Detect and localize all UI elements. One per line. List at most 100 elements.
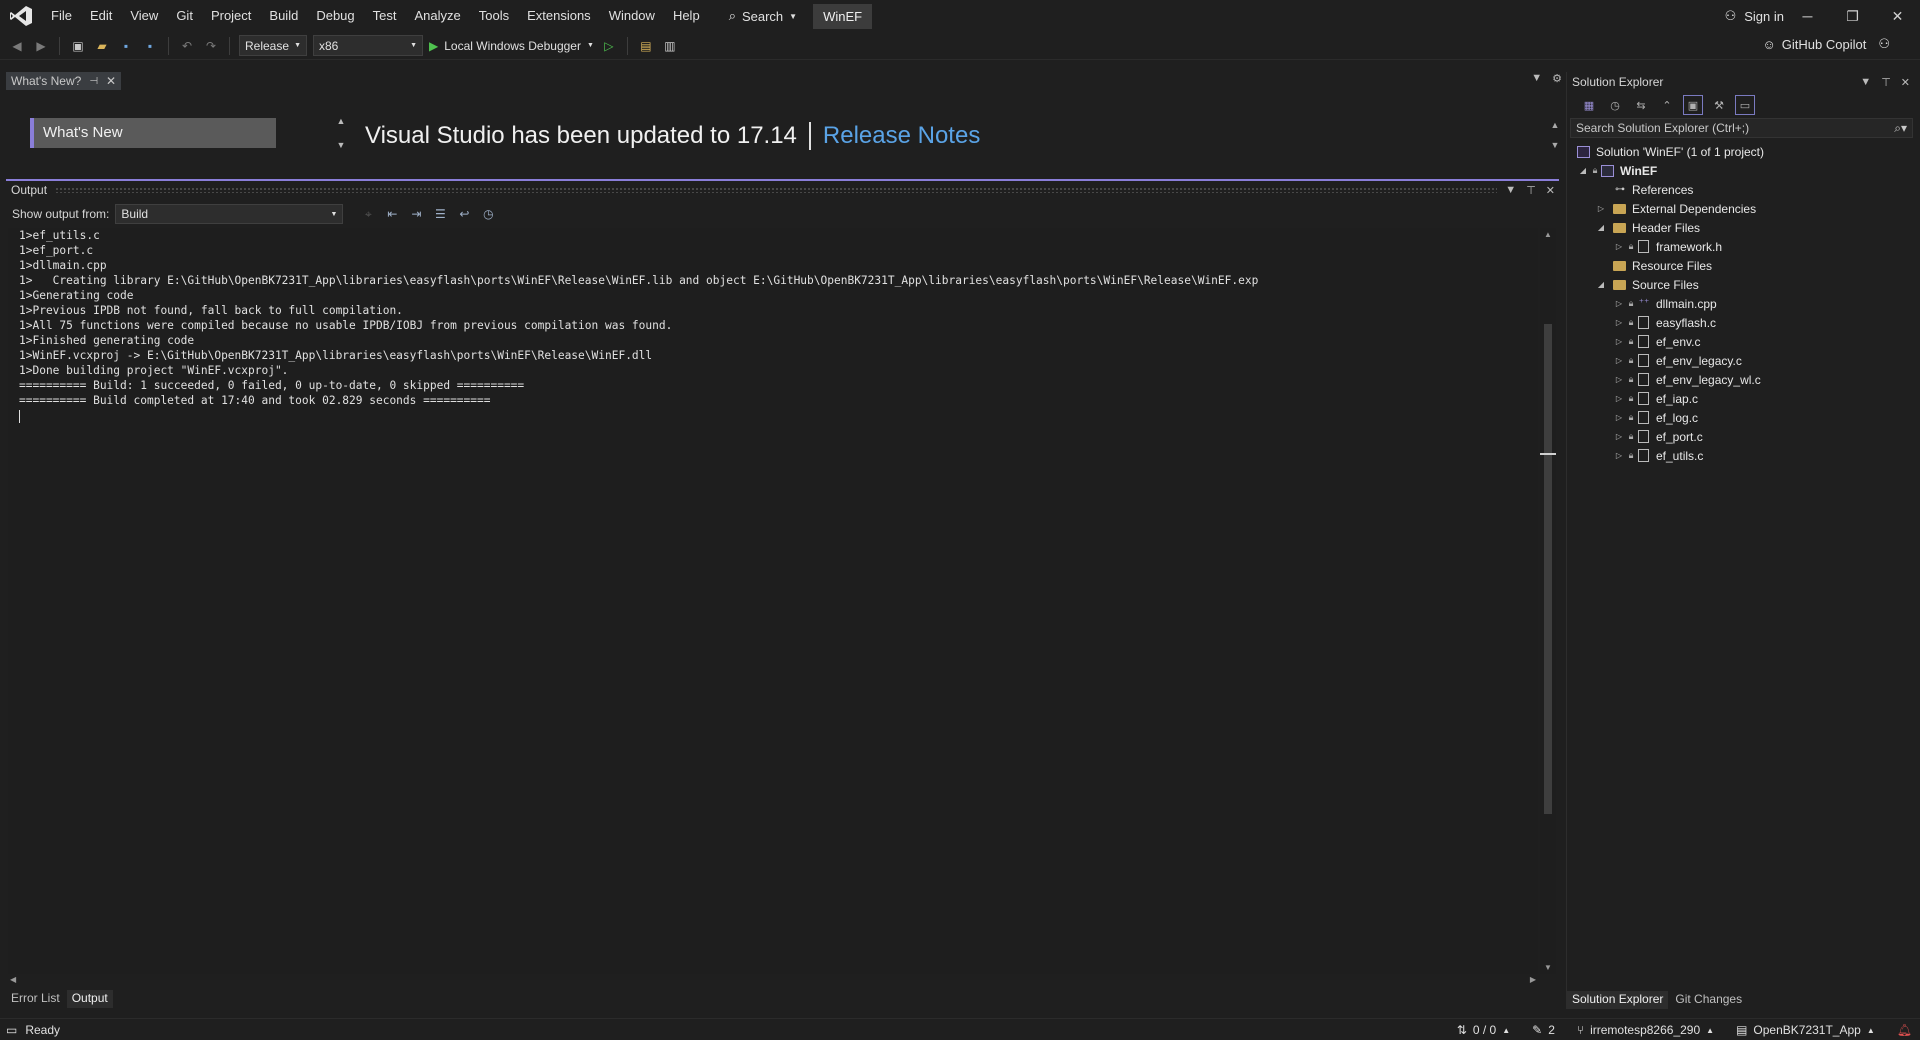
- undo-icon[interactable]: ↶: [178, 37, 196, 55]
- back-icon[interactable]: ◀: [8, 37, 26, 55]
- collapsed-arrow-icon[interactable]: ▷: [1613, 337, 1625, 346]
- properties-wrench-icon[interactable]: ⚒: [1709, 95, 1729, 115]
- preview-selected-icon[interactable]: ▭: [1735, 95, 1755, 115]
- scroll-right-icon[interactable]: ▶: [1530, 975, 1536, 984]
- expanded-arrow-icon[interactable]: ◢: [1595, 223, 1607, 232]
- collapsed-arrow-icon[interactable]: ▷: [1613, 318, 1625, 327]
- visual-studio-logo-icon[interactable]: [0, 0, 42, 32]
- menu-edit[interactable]: Edit: [81, 0, 121, 32]
- configuration-select[interactable]: Release ▼: [239, 35, 307, 56]
- menu-debug[interactable]: Debug: [307, 0, 363, 32]
- search-button[interactable]: ⌕ Search ▼: [719, 8, 807, 24]
- gear-icon[interactable]: ⚙: [1552, 72, 1562, 85]
- next-message-icon[interactable]: ⇥: [407, 205, 425, 223]
- window-options-icon[interactable]: ▼: [1860, 76, 1871, 89]
- menu-help[interactable]: Help: [664, 0, 709, 32]
- clear-all-icon[interactable]: ☰: [431, 205, 449, 223]
- show-all-files-icon[interactable]: ▣: [1683, 95, 1703, 115]
- menu-extensions[interactable]: Extensions: [518, 0, 600, 32]
- github-copilot-button[interactable]: ☺ GitHub Copilot ⚇: [1763, 36, 1890, 52]
- window-options-icon[interactable]: ▼: [1505, 184, 1516, 197]
- start-without-debugging-icon[interactable]: ▷: [600, 37, 618, 55]
- whats-new-button[interactable]: What's New: [30, 118, 276, 148]
- tree-file-item[interactable]: ▷ 🔒︎ ef_iap.c: [1567, 389, 1916, 408]
- switch-views-icon[interactable]: ▦: [1579, 95, 1599, 115]
- tree-file-item[interactable]: ▷ 🔒︎ ef_env.c: [1567, 332, 1916, 351]
- pending-edits[interactable]: ✎ 2: [1532, 1023, 1555, 1037]
- scroll-down-icon[interactable]: ▼: [1544, 963, 1552, 972]
- arrow-up-icon[interactable]: ▲: [337, 116, 346, 126]
- menu-window[interactable]: Window: [600, 0, 664, 32]
- tree-header-files[interactable]: ◢ Header Files: [1567, 218, 1916, 237]
- output-vertical-scrollbar[interactable]: ▲ ▼: [1540, 228, 1556, 974]
- collapsed-arrow-icon[interactable]: ▷: [1613, 242, 1625, 251]
- menu-analyze[interactable]: Analyze: [405, 0, 469, 32]
- pin-icon[interactable]: ⊣: [89, 76, 98, 87]
- start-debugging-button[interactable]: ▶ Local Windows Debugger ▼: [429, 39, 594, 53]
- tree-file-item[interactable]: ▷ 🔒︎ ef_utils.c: [1567, 446, 1916, 465]
- restore-button[interactable]: ❐: [1830, 0, 1875, 32]
- tab-git-changes[interactable]: Git Changes: [1670, 991, 1747, 1009]
- tab-output[interactable]: Output: [66, 990, 113, 1008]
- layout-icon[interactable]: ▥: [661, 37, 679, 55]
- tree-external-dependencies[interactable]: ▷ External Dependencies: [1567, 199, 1916, 218]
- release-notes-link[interactable]: Release Notes: [823, 122, 980, 150]
- new-project-icon[interactable]: ▣: [69, 37, 87, 55]
- expanded-arrow-icon[interactable]: ◢: [1595, 280, 1607, 289]
- git-repo-selector[interactable]: ▤ OpenBK7231T_App ▲: [1736, 1023, 1875, 1037]
- open-folder-icon[interactable]: ▰: [93, 37, 111, 55]
- collapsed-arrow-icon[interactable]: ▷: [1613, 356, 1625, 365]
- tab-list-dropdown-icon[interactable]: ▼: [1531, 72, 1542, 85]
- solution-search-input[interactable]: Search Solution Explorer (Ctrl+;) ⌕▾: [1570, 118, 1913, 138]
- tree-file-item[interactable]: ▷ 🔒︎ easyflash.c: [1567, 313, 1916, 332]
- close-icon[interactable]: ✕: [106, 74, 116, 88]
- sync-with-document-icon[interactable]: ⇆: [1631, 95, 1651, 115]
- tree-resource-files[interactable]: Resource Files: [1567, 256, 1916, 275]
- find-message-icon[interactable]: ⌖: [359, 205, 377, 223]
- close-icon[interactable]: ✕: [1546, 184, 1555, 197]
- menu-view[interactable]: View: [121, 0, 167, 32]
- minimize-button[interactable]: ─: [1785, 0, 1830, 32]
- tree-project[interactable]: ◢ 🔒︎ WinEF: [1567, 161, 1916, 180]
- pin-icon[interactable]: ⊤: [1526, 184, 1536, 197]
- tab-error-list[interactable]: Error List: [6, 990, 65, 1008]
- word-wrap-icon[interactable]: ↩: [455, 205, 473, 223]
- output-text-area[interactable]: 1>ef_utils.c 1>ef_port.c 1>dllmain.cpp 1…: [8, 228, 1538, 974]
- sign-in-button[interactable]: ⚇ Sign in: [1725, 0, 1784, 32]
- collapsed-arrow-icon[interactable]: ▷: [1613, 432, 1625, 441]
- close-icon[interactable]: ✕: [1901, 76, 1910, 89]
- scroll-thumb[interactable]: [1544, 324, 1552, 814]
- collapse-all-icon[interactable]: ⌃: [1657, 95, 1677, 115]
- tree-file-item[interactable]: ▷ 🔒︎ ef_port.c: [1567, 427, 1916, 446]
- output-source-select[interactable]: Build ▼: [115, 204, 344, 224]
- git-branch-selector[interactable]: ⑂ irremotesp8266_290 ▲: [1577, 1023, 1714, 1037]
- menu-file[interactable]: File: [42, 0, 81, 32]
- tree-file-item[interactable]: ▷ 🔒︎ ef_env_legacy.c: [1567, 351, 1916, 370]
- menu-build[interactable]: Build: [260, 0, 307, 32]
- close-window-button[interactable]: ✕: [1875, 0, 1920, 32]
- tree-source-files[interactable]: ◢ Source Files: [1567, 275, 1916, 294]
- menu-project[interactable]: Project: [202, 0, 260, 32]
- expanded-arrow-icon[interactable]: ◢: [1577, 166, 1589, 175]
- tree-file-item[interactable]: ▷ 🔒︎ framework.h: [1567, 237, 1916, 256]
- forward-icon[interactable]: ▶: [32, 37, 50, 55]
- arrow-down-icon[interactable]: ▼: [337, 140, 346, 150]
- collapsed-arrow-icon[interactable]: ▷: [1595, 204, 1607, 213]
- whats-new-scroll[interactable]: ▲ ▼: [1548, 120, 1562, 150]
- tree-file-item[interactable]: ▷ 🔒︎ ef_log.c: [1567, 408, 1916, 427]
- tab-solution-explorer[interactable]: Solution Explorer: [1567, 991, 1669, 1009]
- tree-references[interactable]: ⊶ References: [1567, 180, 1916, 199]
- collapsed-arrow-icon[interactable]: ▷: [1613, 413, 1625, 422]
- collapsed-arrow-icon[interactable]: ▷: [1613, 299, 1625, 308]
- save-all-icon[interactable]: ▪: [141, 37, 159, 55]
- tree-file-item[interactable]: ▷ 🔒︎ ef_env_legacy_wl.c: [1567, 370, 1916, 389]
- prev-message-icon[interactable]: ⇤: [383, 205, 401, 223]
- collapsed-arrow-icon[interactable]: ▷: [1613, 394, 1625, 403]
- notifications-button[interactable]: 🔔︎: [1897, 1023, 1912, 1037]
- pending-changes-filter-icon[interactable]: ◷: [1605, 95, 1625, 115]
- menu-test[interactable]: Test: [364, 0, 406, 32]
- tree-file-item[interactable]: ▷ 🔒︎ ⁺⁺ dllmain.cpp: [1567, 294, 1916, 313]
- tab-whats-new[interactable]: What's New? ⊣ ✕: [6, 72, 122, 90]
- menu-git[interactable]: Git: [167, 0, 202, 32]
- arrow-down-icon[interactable]: ▼: [1551, 140, 1560, 150]
